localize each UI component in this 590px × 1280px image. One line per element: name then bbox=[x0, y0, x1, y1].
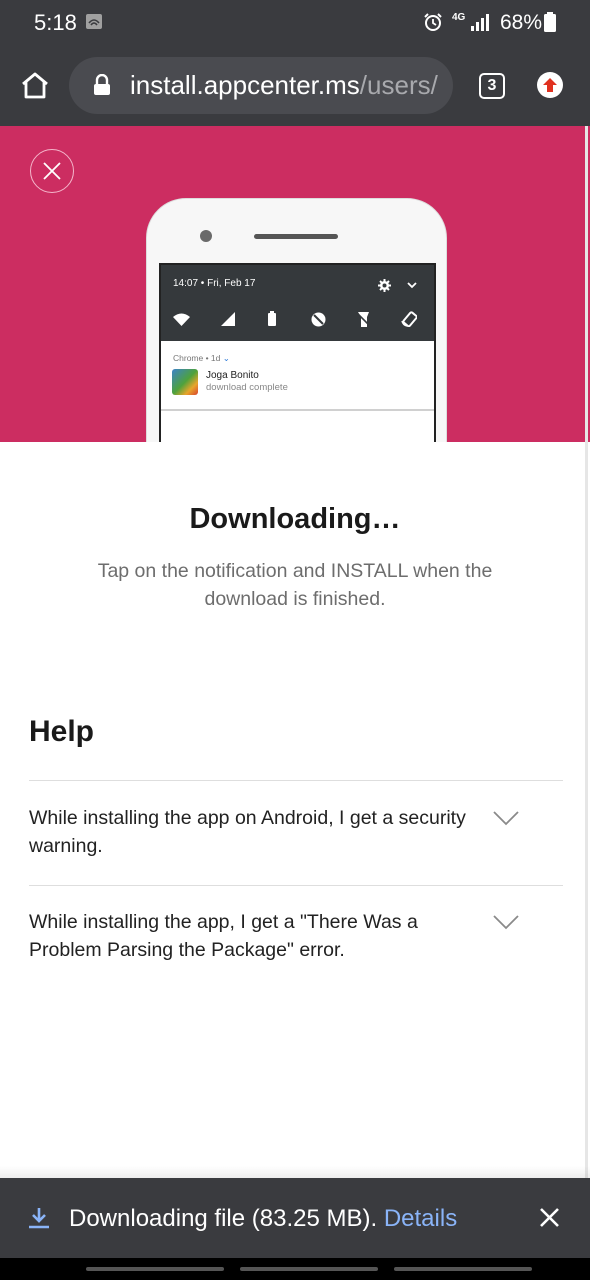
status-bar: 5:18 4G 68% bbox=[0, 0, 590, 48]
expand-icon bbox=[407, 282, 417, 289]
cell-signal-icon bbox=[221, 312, 235, 326]
auto-rotate-icon bbox=[401, 311, 417, 327]
details-link[interactable]: Details bbox=[384, 1205, 457, 1232]
settings-icon bbox=[378, 279, 391, 292]
battery-icon bbox=[544, 12, 556, 32]
phone-illustration: 14:07 • Fri, Feb 17 Chrome • 1d ⌄ Joga B… bbox=[146, 198, 447, 442]
divider bbox=[29, 885, 563, 886]
notification-source-label: Chrome • 1d bbox=[173, 353, 221, 363]
faq-question: While installing the app on Android, I g… bbox=[29, 807, 466, 857]
system-nav-bar bbox=[0, 1258, 590, 1280]
lock-icon bbox=[94, 74, 110, 95]
url-host: install.appcenter.ms bbox=[130, 70, 360, 100]
notification-shade: 14:07 • Fri, Feb 17 bbox=[161, 265, 434, 341]
network-type: 4G bbox=[452, 12, 466, 23]
cast-icon bbox=[86, 14, 102, 29]
signal-icon bbox=[471, 14, 489, 31]
close-icon[interactable] bbox=[539, 1207, 560, 1228]
url-path: /users/ bbox=[359, 70, 438, 100]
divider bbox=[29, 780, 563, 781]
hero-banner: 14:07 • Fri, Feb 17 Chrome • 1d ⌄ Joga B… bbox=[0, 126, 590, 442]
download-infobar: Downloading file (83.25 MB). Details bbox=[0, 1178, 590, 1258]
page-title: Downloading… bbox=[189, 503, 401, 535]
close-icon bbox=[43, 162, 61, 180]
notification-title: Joga Bonito bbox=[206, 370, 259, 381]
battery-icon bbox=[268, 311, 276, 326]
nav-back-button[interactable] bbox=[86, 1267, 224, 1271]
app-icon bbox=[172, 369, 198, 395]
phone-screen: 14:07 • Fri, Feb 17 Chrome • 1d ⌄ Joga B… bbox=[159, 263, 436, 442]
flashlight-icon bbox=[357, 312, 370, 327]
browser-toolbar: install.appcenter.ms/users/ 3 bbox=[0, 48, 590, 126]
download-icon bbox=[29, 1208, 49, 1229]
shade-time: 14:07 • Fri, Feb 17 bbox=[173, 278, 256, 289]
scrollbar[interactable] bbox=[585, 126, 588, 1178]
notification-source-chevron: ⌄ bbox=[222, 353, 230, 363]
download-message: Downloading file (83.25 MB). Details bbox=[69, 1205, 457, 1233]
address-bar[interactable]: install.appcenter.ms/users/ bbox=[69, 57, 453, 114]
nav-home-button[interactable] bbox=[240, 1267, 378, 1271]
close-button[interactable] bbox=[30, 149, 74, 193]
update-icon[interactable] bbox=[537, 72, 563, 98]
battery-percent: 68% bbox=[500, 11, 543, 34]
download-status: Downloading file (83.25 MB). bbox=[69, 1205, 378, 1232]
phone-speaker bbox=[254, 234, 338, 239]
faq-question: While installing the app, I get a "There… bbox=[29, 911, 418, 961]
alarm-icon bbox=[424, 13, 442, 31]
notification-subtitle: download complete bbox=[206, 382, 288, 393]
shadow bbox=[0, 1166, 590, 1178]
page-subtitle: Tap on the notification and INSTALL when… bbox=[97, 560, 493, 610]
home-icon[interactable] bbox=[20, 71, 50, 99]
download-notification: Chrome • 1d ⌄ Joga Bonito download compl… bbox=[161, 341, 434, 411]
url-text: install.appcenter.ms/users/ bbox=[130, 70, 438, 101]
notification-source: Chrome • 1d ⌄ bbox=[173, 353, 230, 364]
chevron-down-icon[interactable] bbox=[493, 810, 519, 826]
nav-recents-button[interactable] bbox=[394, 1267, 532, 1271]
help-heading: Help bbox=[29, 715, 95, 748]
phone-camera bbox=[200, 230, 212, 242]
tab-switcher-button[interactable]: 3 bbox=[479, 73, 505, 99]
status-time: 5:18 bbox=[34, 10, 77, 35]
dnd-icon bbox=[311, 312, 326, 327]
chevron-down-icon[interactable] bbox=[493, 914, 519, 930]
wifi-icon bbox=[173, 313, 190, 326]
